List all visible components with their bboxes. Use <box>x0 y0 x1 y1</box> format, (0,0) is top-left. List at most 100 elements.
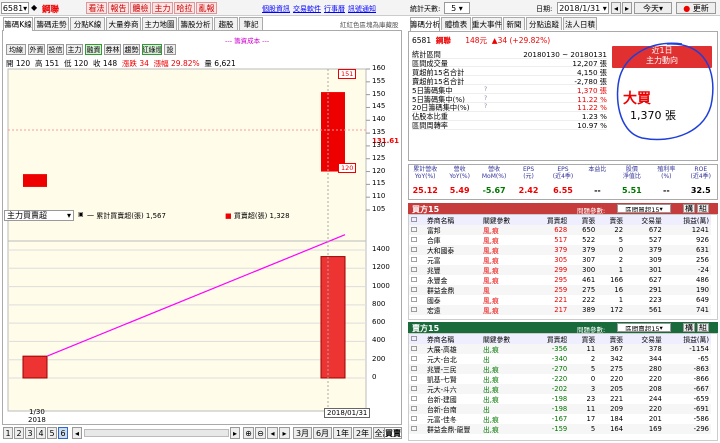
buy-group-button[interactable]: 組 <box>697 204 709 213</box>
period-button-0[interactable]: 3月 <box>293 427 312 439</box>
filter-button-4[interactable]: 融資 <box>85 44 102 55</box>
left-tab-7[interactable]: 筆記 <box>239 17 263 30</box>
indicator-select[interactable]: 主力買賣超 ▾ <box>4 210 74 221</box>
table-row[interactable]: ☐ 大展-高雄 出,痕 -356 11 367 378 -1154 <box>409 344 711 354</box>
table-row[interactable]: ☐ 兆豐-三民 出,痕 -270 5 275 280 -863 <box>409 364 711 374</box>
filter-button-3[interactable]: 主力 <box>66 44 83 55</box>
settings-icon[interactable]: ▣ <box>78 211 84 218</box>
left-tab-1[interactable]: 籌碼走勢 <box>34 17 69 30</box>
filter-button-0[interactable]: 均線 <box>6 44 26 55</box>
buy-param-select[interactable]: 區間買超15 ▾ <box>617 204 671 213</box>
row-checkbox[interactable]: ☐ <box>409 374 425 384</box>
row-checkbox[interactable]: ☐ <box>409 364 426 374</box>
table-row[interactable]: ☐ 群益金鼎風 259 275 16 291 190 <box>409 285 711 295</box>
page-button-3[interactable]: 3 <box>25 427 35 439</box>
sell-filter-button[interactable]: 構 <box>683 323 695 332</box>
page-button-1[interactable]: 1 <box>3 427 13 439</box>
row-checkbox[interactable]: ☐ <box>409 344 426 354</box>
table-row[interactable]: ☐ 大和國泰 風,痕 379 379 0 379 631 <box>409 245 711 255</box>
table-row[interactable]: ☐ 群益金鼎-龍豐 出,痕 -159 5 164 169 -296 <box>409 424 711 434</box>
top-link-0[interactable]: 個股資訊 <box>262 5 290 13</box>
right-tab-4[interactable]: 分點追蹤 <box>526 17 562 30</box>
filter-button-7[interactable]: 紅綠燈 <box>142 44 162 55</box>
table-row[interactable]: ☐ 元富 風,痕 305 307 2 309 256 <box>409 255 711 265</box>
page-button-2[interactable]: 2 <box>14 427 24 439</box>
help-icon[interactable]: ? <box>484 95 487 102</box>
table-row[interactable]: ☐ 元大-台北出 -340 2 342 344 -65 <box>409 354 711 364</box>
row-checkbox[interactable]: ☐ <box>409 245 426 255</box>
table-row[interactable]: ☐ 永豐金 風,痕 295 461 166 627 486 <box>409 275 711 285</box>
right-tab-1[interactable]: 體檢表 <box>441 17 471 30</box>
date-input[interactable]: 2018/1/31 ▾ <box>557 2 609 14</box>
right-tab-5[interactable]: 法人日積 <box>563 17 597 30</box>
help-icon[interactable]: ? <box>484 86 487 93</box>
period-button-2[interactable]: 1年 <box>333 427 352 439</box>
zoom-out-icon[interactable]: ⊖ <box>255 427 266 439</box>
pan-right-icon[interactable]: ▸ <box>279 427 290 439</box>
stock-code-input[interactable]: 6581 ▾ <box>1 2 29 14</box>
left-tab-6[interactable]: 趨股 <box>214 17 238 30</box>
row-checkbox[interactable]: ☐ <box>409 354 425 364</box>
left-tab-3[interactable]: 大量券商 <box>106 17 141 30</box>
row-checkbox[interactable]: ☐ <box>409 305 426 315</box>
filter-button-2[interactable]: 投信 <box>47 44 64 55</box>
filter-button-8[interactable]: 設 <box>164 44 176 55</box>
row-checkbox[interactable]: ☐ <box>409 235 425 245</box>
top-link-2[interactable]: 行事曆 <box>324 5 345 13</box>
pan-left-icon[interactable]: ◂ <box>267 427 278 439</box>
trade-button[interactable]: 買賣 <box>384 427 402 439</box>
scroll-left-icon[interactable]: ◂ <box>72 427 82 439</box>
buy-filter-button[interactable]: 構 <box>683 204 695 213</box>
sell-group-button[interactable]: 組 <box>697 323 709 332</box>
row-checkbox[interactable]: ☐ <box>409 394 425 404</box>
table-row[interactable]: ☐ 凱基-七賢 出,痕 -220 0 220 220 -866 <box>409 374 711 384</box>
row-checkbox[interactable]: ☐ <box>409 295 425 305</box>
filter-button-6[interactable]: 趨勢 <box>123 44 140 55</box>
left-tab-0[interactable]: 籌碼K線 <box>3 17 33 31</box>
right-tab-2[interactable]: 重大事件 <box>472 17 502 30</box>
tool-button-5[interactable]: 亂報 <box>196 2 217 14</box>
top-link-1[interactable]: 交易軟件 <box>293 5 321 13</box>
tool-button-3[interactable]: 主力 <box>152 2 173 14</box>
prev-day-button[interactable]: ◂ <box>611 2 621 14</box>
table-row[interactable]: ☐ 國泰 風,痕 221 222 1 223 649 <box>409 295 711 305</box>
table-row[interactable]: ☐ 台新-建國 出,痕 -198 23 221 244 -659 <box>409 394 711 404</box>
page-button-5[interactable]: 5 <box>47 427 57 439</box>
row-checkbox[interactable]: ☐ <box>409 414 425 424</box>
filter-button-5[interactable]: 券林 <box>104 44 121 55</box>
row-checkbox[interactable]: ☐ <box>409 275 425 285</box>
today-button[interactable]: 今天 ▾ <box>634 2 672 14</box>
right-tab-0[interactable]: 籌碼分析 <box>410 17 440 31</box>
row-checkbox[interactable]: ☐ <box>409 265 426 275</box>
row-checkbox[interactable]: ☐ <box>409 384 426 394</box>
table-row[interactable]: ☐ 兆豐 風,痕 299 300 1 301 -24 <box>409 265 711 275</box>
table-row[interactable]: ☐ 元大-斗六 出,痕 -202 3 205 208 -667 <box>409 384 711 394</box>
next-day-button[interactable]: ▸ <box>622 2 632 14</box>
horizontal-scrollbar[interactable] <box>84 429 229 437</box>
row-checkbox[interactable]: ☐ <box>409 285 426 295</box>
table-row[interactable]: ☐ 合庫 風,痕 517 522 5 527 926 <box>409 235 711 245</box>
search-icon[interactable]: ◆ <box>31 3 37 12</box>
tool-button-0[interactable]: 看法 <box>86 2 107 14</box>
row-checkbox[interactable]: ☐ <box>409 424 426 434</box>
tool-button-1[interactable]: 報告 <box>108 2 129 14</box>
top-link-3[interactable]: 訊號通知 <box>348 5 376 13</box>
filter-button-1[interactable]: 外資 <box>28 44 45 55</box>
scroll-right-icon[interactable]: ▸ <box>230 427 240 439</box>
period-button-3[interactable]: 2年 <box>353 427 372 439</box>
right-tab-3[interactable]: 新聞 <box>503 17 525 30</box>
row-checkbox[interactable]: ☐ <box>409 255 425 265</box>
days-select[interactable]: 5 ▾ <box>444 2 470 14</box>
zoom-in-icon[interactable]: ⊕ <box>243 427 254 439</box>
tool-button-4[interactable]: 哈拉 <box>174 2 195 14</box>
sell-param-select[interactable]: 區間賣超15 ▾ <box>617 323 671 332</box>
page-button-6[interactable]: 6 <box>58 427 68 439</box>
help-icon[interactable]: ? <box>484 103 487 110</box>
left-tab-4[interactable]: 主力地圖 <box>142 17 177 30</box>
page-button-4[interactable]: 4 <box>36 427 46 439</box>
left-tab-2[interactable]: 分點K線 <box>70 17 105 30</box>
tool-button-2[interactable]: 體檢 <box>130 2 151 14</box>
table-row[interactable]: ☐ 宏遠 風,痕 217 389 172 561 741 <box>409 305 711 315</box>
table-row[interactable]: ☐ 富邦 風,痕 628 650 22 672 1241 <box>409 225 711 235</box>
row-checkbox[interactable]: ☐ <box>409 225 426 235</box>
